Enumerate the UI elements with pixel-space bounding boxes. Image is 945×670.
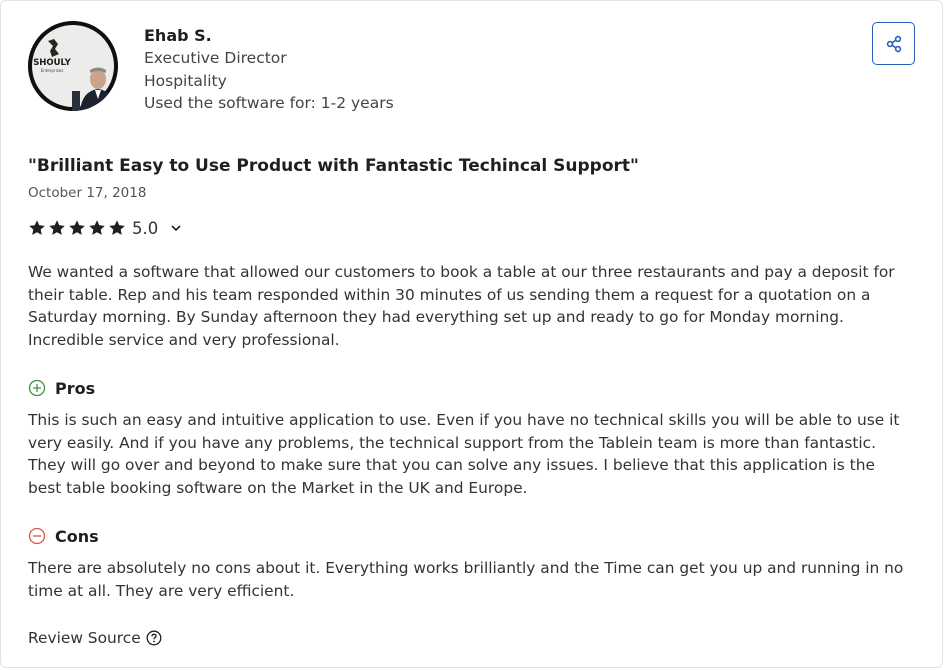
review-body: We wanted a software that allowed our cu…	[28, 263, 895, 349]
pros-heading: Pros	[28, 376, 95, 400]
reviewer-industry: Hospitality	[144, 71, 227, 90]
reviewer-name: Ehab S.	[144, 26, 212, 45]
rating: 5.0	[28, 216, 182, 240]
cons-label: Cons	[55, 526, 99, 546]
star-icon	[29, 220, 45, 235]
cons-heading: Cons	[28, 524, 99, 548]
chevron-down-icon	[171, 225, 181, 232]
reviewer-info: Ehab S. Executive Director Hospitality U…	[144, 25, 394, 115]
review-source-label: Review Source	[28, 629, 141, 647]
star-icon	[89, 220, 105, 235]
review-source: Review Source	[28, 629, 162, 647]
rating-details-toggle[interactable]	[170, 222, 182, 234]
review-title: "Brilliant Easy to Use Product with Fant…	[28, 156, 639, 176]
pros-label: Pros	[55, 378, 96, 398]
reviewer-role: Executive Director	[144, 49, 287, 67]
star-icon	[49, 220, 65, 235]
rating-stars	[28, 219, 126, 237]
star-icon	[109, 220, 125, 235]
reviewer-usage: Used the software for: 1-2 years	[144, 94, 394, 112]
reviewer-avatar: SHOULY Enterprises	[28, 21, 118, 111]
review-card: SHOULY Enterprises Ehab S. Executive Dir…	[0, 0, 943, 668]
question-circle-icon	[146, 630, 162, 646]
avatar-logo-text: SHOULY	[33, 58, 71, 68]
review-source-help[interactable]	[146, 630, 162, 646]
cons-text: There are absolutely no cons about it. E…	[28, 559, 904, 600]
review-date: October 17, 2018	[28, 185, 147, 201]
minus-circle-icon	[28, 527, 46, 545]
pros-text: This is such an easy and intuitive appli…	[28, 411, 900, 497]
star-icon	[69, 220, 85, 235]
plus-circle-icon	[28, 379, 46, 397]
share-icon	[886, 35, 901, 52]
rating-score: 5.0	[132, 218, 159, 238]
avatar-logo-sub: Enterprises	[41, 68, 64, 73]
share-button[interactable]	[872, 22, 915, 65]
